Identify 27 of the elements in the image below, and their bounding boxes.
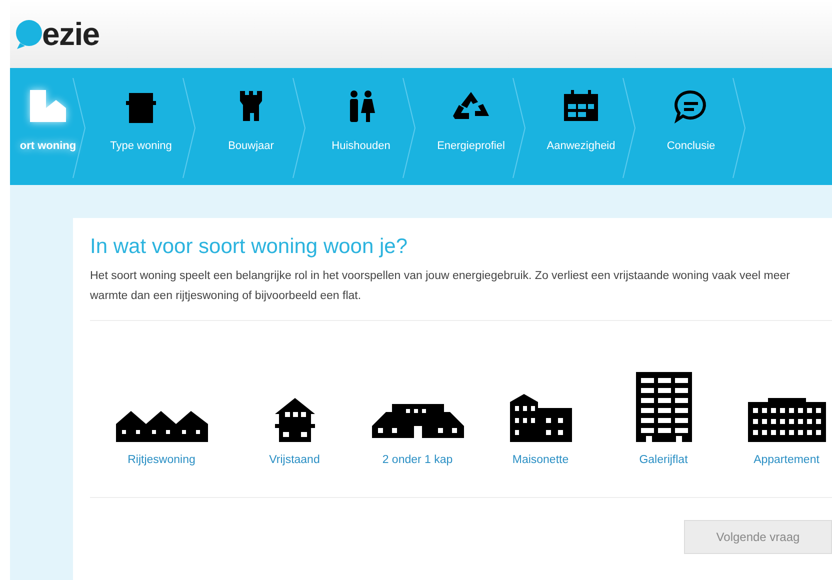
house-type-link[interactable]: 2 onder 1 kap: [382, 452, 453, 470]
buildings-icon: [28, 88, 68, 124]
calendar-icon: [563, 88, 599, 124]
question-description: Het soort woning speelt een belangrijke rol in het voorspellen van jouw energiegebruik. Zo verliest een vrijstaande woning vaak veel meer warmte dan een rijtjeswoning of bijvoorbeeld een flat.: [90, 269, 791, 304]
step-tab[interactable]: Bouwjaar: [228, 88, 274, 154]
people-icon: [347, 88, 375, 124]
row-houses-icon: [116, 408, 208, 442]
house-type-link[interactable]: Rijtjeswoning: [128, 452, 196, 470]
step-tab[interactable]: ort woning: [20, 88, 76, 154]
step-tab[interactable]: Aanwezigheid: [546, 88, 616, 154]
step-tab[interactable]: Energieprofiel: [437, 88, 505, 154]
step-tab[interactable]: Huishouden: [332, 88, 390, 154]
step-tab[interactable]: Conclusie: [666, 88, 716, 154]
townhouse-icon: [510, 392, 572, 442]
house-type-link[interactable]: Appartement: [754, 452, 820, 470]
logo-text: ezie: [42, 18, 100, 50]
apartment-building-icon: [748, 398, 826, 442]
house-type-link[interactable]: Vrijstaand: [269, 452, 320, 470]
question-title: In wat voor soort woning woon je?: [90, 234, 409, 260]
apartment-tower-icon: [636, 372, 692, 442]
chat-icon: [674, 88, 708, 124]
tower-icon: [240, 88, 262, 124]
house-icon: [272, 396, 316, 442]
house-type-link[interactable]: Maisonette: [512, 452, 569, 470]
step-tab[interactable]: Type woning: [110, 88, 172, 154]
logo-icon: [14, 19, 44, 49]
house-type-link[interactable]: Galerijflat: [639, 452, 688, 470]
